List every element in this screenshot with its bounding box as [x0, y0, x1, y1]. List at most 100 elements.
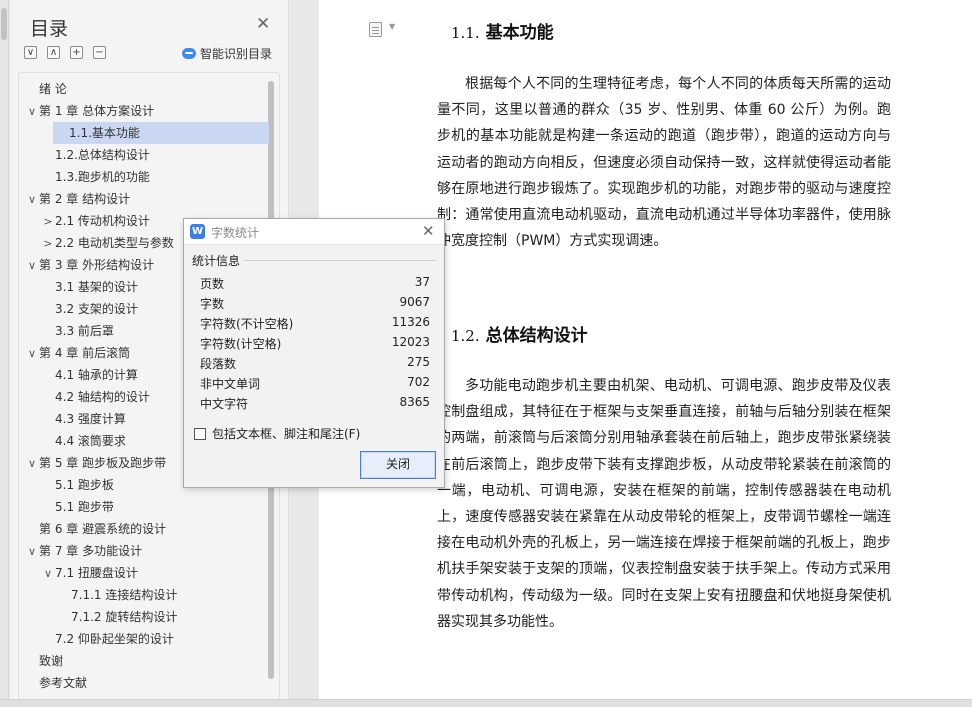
toc-item[interactable]: ∨ 第 1 章 总体方案设计 [19, 100, 259, 122]
toc-item-label: 3.3 前后罩 [55, 324, 114, 338]
paragraph-2: 多功能电动跑步机主要由机架、电动机、可调电源、跑步皮带及仪表控制盘组成，其特征在… [437, 378, 891, 630]
stat-label: 字符数(计空格) [200, 337, 282, 351]
toc-item-label: 7.1 扭腰盘设计 [55, 566, 138, 580]
toc-item[interactable]: 致谢 [19, 650, 259, 672]
stat-row: 非中文单词 702 [200, 373, 430, 393]
smart-toc-button[interactable]: 智能识别目录 [182, 45, 272, 62]
stat-row: 字符数(不计空格) 11326 [200, 313, 430, 333]
toc-item-label: 第 2 章 结构设计 [39, 192, 131, 206]
chevron-down-icon[interactable]: ∨ [25, 541, 39, 563]
outer-scrollbar[interactable] [0, 0, 9, 707]
paragraph-1: 根据每个人不同的生理特征考虑，每个人不同的体质每天所需的运动量不同，这里以普通的… [437, 76, 891, 250]
toc-item-label: 4.3 强度计算 [55, 412, 126, 426]
stat-label: 段落数 [200, 357, 237, 371]
toc-item[interactable]: 5.1 跑步带 [19, 496, 259, 518]
toc-item[interactable]: 1.2.总体结构设计 [19, 144, 259, 166]
chevron-down-icon[interactable]: ∨ [25, 189, 39, 211]
toc-item[interactable]: 7.1.2 旋转结构设计 [19, 606, 259, 628]
divider [244, 260, 436, 261]
stat-value: 37 [414, 275, 430, 289]
section-number: 1.1. [451, 24, 480, 42]
chevron-right-icon[interactable]: > [41, 233, 55, 255]
chevron-down-icon[interactable]: ∨ [25, 101, 39, 123]
stat-label: 中文字符 [200, 397, 249, 411]
stat-value: 275 [407, 355, 430, 369]
status-bar [0, 699, 972, 707]
toc-item-label: 第 3 章 外形结构设计 [39, 258, 155, 272]
section-title: 基本功能 [485, 23, 554, 43]
stat-label: 页数 [200, 277, 225, 291]
checkbox-box[interactable] [194, 427, 206, 440]
toc-item-label: 5.1 跑步带 [55, 500, 114, 514]
toc-item[interactable]: 参考文献 [19, 672, 259, 694]
include-textbox-checkbox[interactable]: 包括文本框、脚注和尾注(F) [194, 425, 360, 442]
expand-all-icon[interactable]: ∨ [24, 46, 37, 59]
chevron-down-icon[interactable]: ∨ [41, 563, 55, 585]
toc-item-label: 3.1 基架的设计 [55, 280, 138, 294]
chevron-down-icon[interactable]: ∨ [25, 255, 39, 277]
toc-item-label: 4.4 滚筒要求 [55, 434, 126, 448]
section-title: 总体结构设计 [485, 326, 588, 346]
toc-item[interactable]: 1.1.基本功能 [53, 122, 269, 144]
toc-item[interactable]: 绪 论 [19, 78, 259, 100]
toc-item[interactable]: 7.2 仰卧起坐架的设计 [19, 628, 259, 650]
toc-item-label: 致谢 [39, 654, 64, 668]
chevron-right-icon[interactable]: > [41, 211, 55, 233]
stat-label: 字数 [200, 297, 225, 311]
toc-title: 目录 [30, 18, 69, 40]
toc-item-label: 4.2 轴结构的设计 [55, 390, 150, 404]
smart-toc-icon [182, 48, 196, 59]
toc-toolbar: ∨ ∧ + − [24, 46, 106, 59]
toc-close-icon[interactable]: ✕ [256, 14, 270, 34]
toc-item-label: 绪 论 [39, 82, 67, 96]
page-view-icon[interactable] [369, 22, 382, 37]
stat-value: 12023 [391, 335, 430, 349]
stats-group-label: 统计信息 [192, 254, 241, 268]
toc-item-label: 7.2 仰卧起坐架的设计 [55, 632, 174, 646]
toc-item-label: 第 6 章 避震系统的设计 [39, 522, 167, 536]
stat-value: 702 [407, 375, 430, 389]
toc-item-label: 第 1 章 总体方案设计 [39, 104, 155, 118]
stat-row: 中文字符 8365 [200, 393, 430, 413]
word-count-dialog: W 字数统计 ✕ 统计信息 页数 37 字数 9067 字符数(不计空格) 11326 字符… [183, 218, 445, 488]
wps-logo-icon: W [190, 224, 205, 239]
section-number: 1.2. [451, 327, 480, 345]
toc-item-label: 第 4 章 前后滚筒 [39, 346, 131, 360]
stat-row: 字符数(计空格) 12023 [200, 333, 430, 353]
toc-item-label: 3.2 支架的设计 [55, 302, 138, 316]
toc-item-label: 1.1.基本功能 [69, 126, 140, 140]
toc-item-label: 4.1 轴承的计算 [55, 368, 138, 382]
close-button[interactable]: 关闭 [360, 451, 436, 479]
toc-item[interactable]: 7.1.1 连接结构设计 [19, 584, 259, 606]
toc-item-label: 1.2.总体结构设计 [55, 148, 150, 162]
outer-scrollbar-thumb[interactable] [1, 8, 7, 40]
toc-item-label: 1.3.跑步机的功能 [55, 170, 150, 184]
toc-item[interactable]: ∨ 7.1 扭腰盘设计 [19, 562, 259, 584]
toc-item[interactable]: ∨ 第 7 章 多功能设计 [19, 540, 259, 562]
toc-item-label: 7.1.1 连接结构设计 [71, 588, 178, 602]
dialog-close-icon[interactable]: ✕ [422, 222, 435, 240]
checkbox-label: 包括文本框、脚注和尾注(F) [212, 427, 361, 441]
chevron-down-icon[interactable]: ∨ [25, 343, 39, 365]
toc-item-label: 7.1.2 旋转结构设计 [71, 610, 178, 624]
dialog-titlebar[interactable]: W 字数统计 ✕ [184, 219, 444, 245]
page-view-dropdown-icon[interactable]: ▼ [389, 22, 395, 31]
toc-item-label: 2.2 电动机类型与参数 [55, 236, 174, 250]
stat-value: 9067 [399, 295, 430, 309]
toc-item-label: 5.1 跑步板 [55, 478, 114, 492]
stat-label: 非中文单词 [200, 377, 261, 391]
add-heading-icon[interactable]: + [70, 46, 83, 59]
toc-item[interactable]: ∨ 第 2 章 结构设计 [19, 188, 259, 210]
collapse-all-icon[interactable]: ∧ [47, 46, 60, 59]
section-heading-2: 1.2. 总体结构设计 [451, 321, 588, 346]
toc-item[interactable]: 第 6 章 避震系统的设计 [19, 518, 259, 540]
remove-heading-icon[interactable]: − [93, 46, 106, 59]
stat-row: 页数 37 [200, 273, 430, 293]
toc-item-label: 第 7 章 多功能设计 [39, 544, 143, 558]
toc-item[interactable]: 1.3.跑步机的功能 [19, 166, 259, 188]
toc-item-label: 第 5 章 跑步板及跑步带 [39, 456, 167, 470]
dialog-title: 字数统计 [211, 226, 260, 240]
stat-label: 字符数(不计空格) [200, 317, 294, 331]
toc-item-label: 2.1 传动机构设计 [55, 214, 150, 228]
chevron-down-icon[interactable]: ∨ [25, 453, 39, 475]
